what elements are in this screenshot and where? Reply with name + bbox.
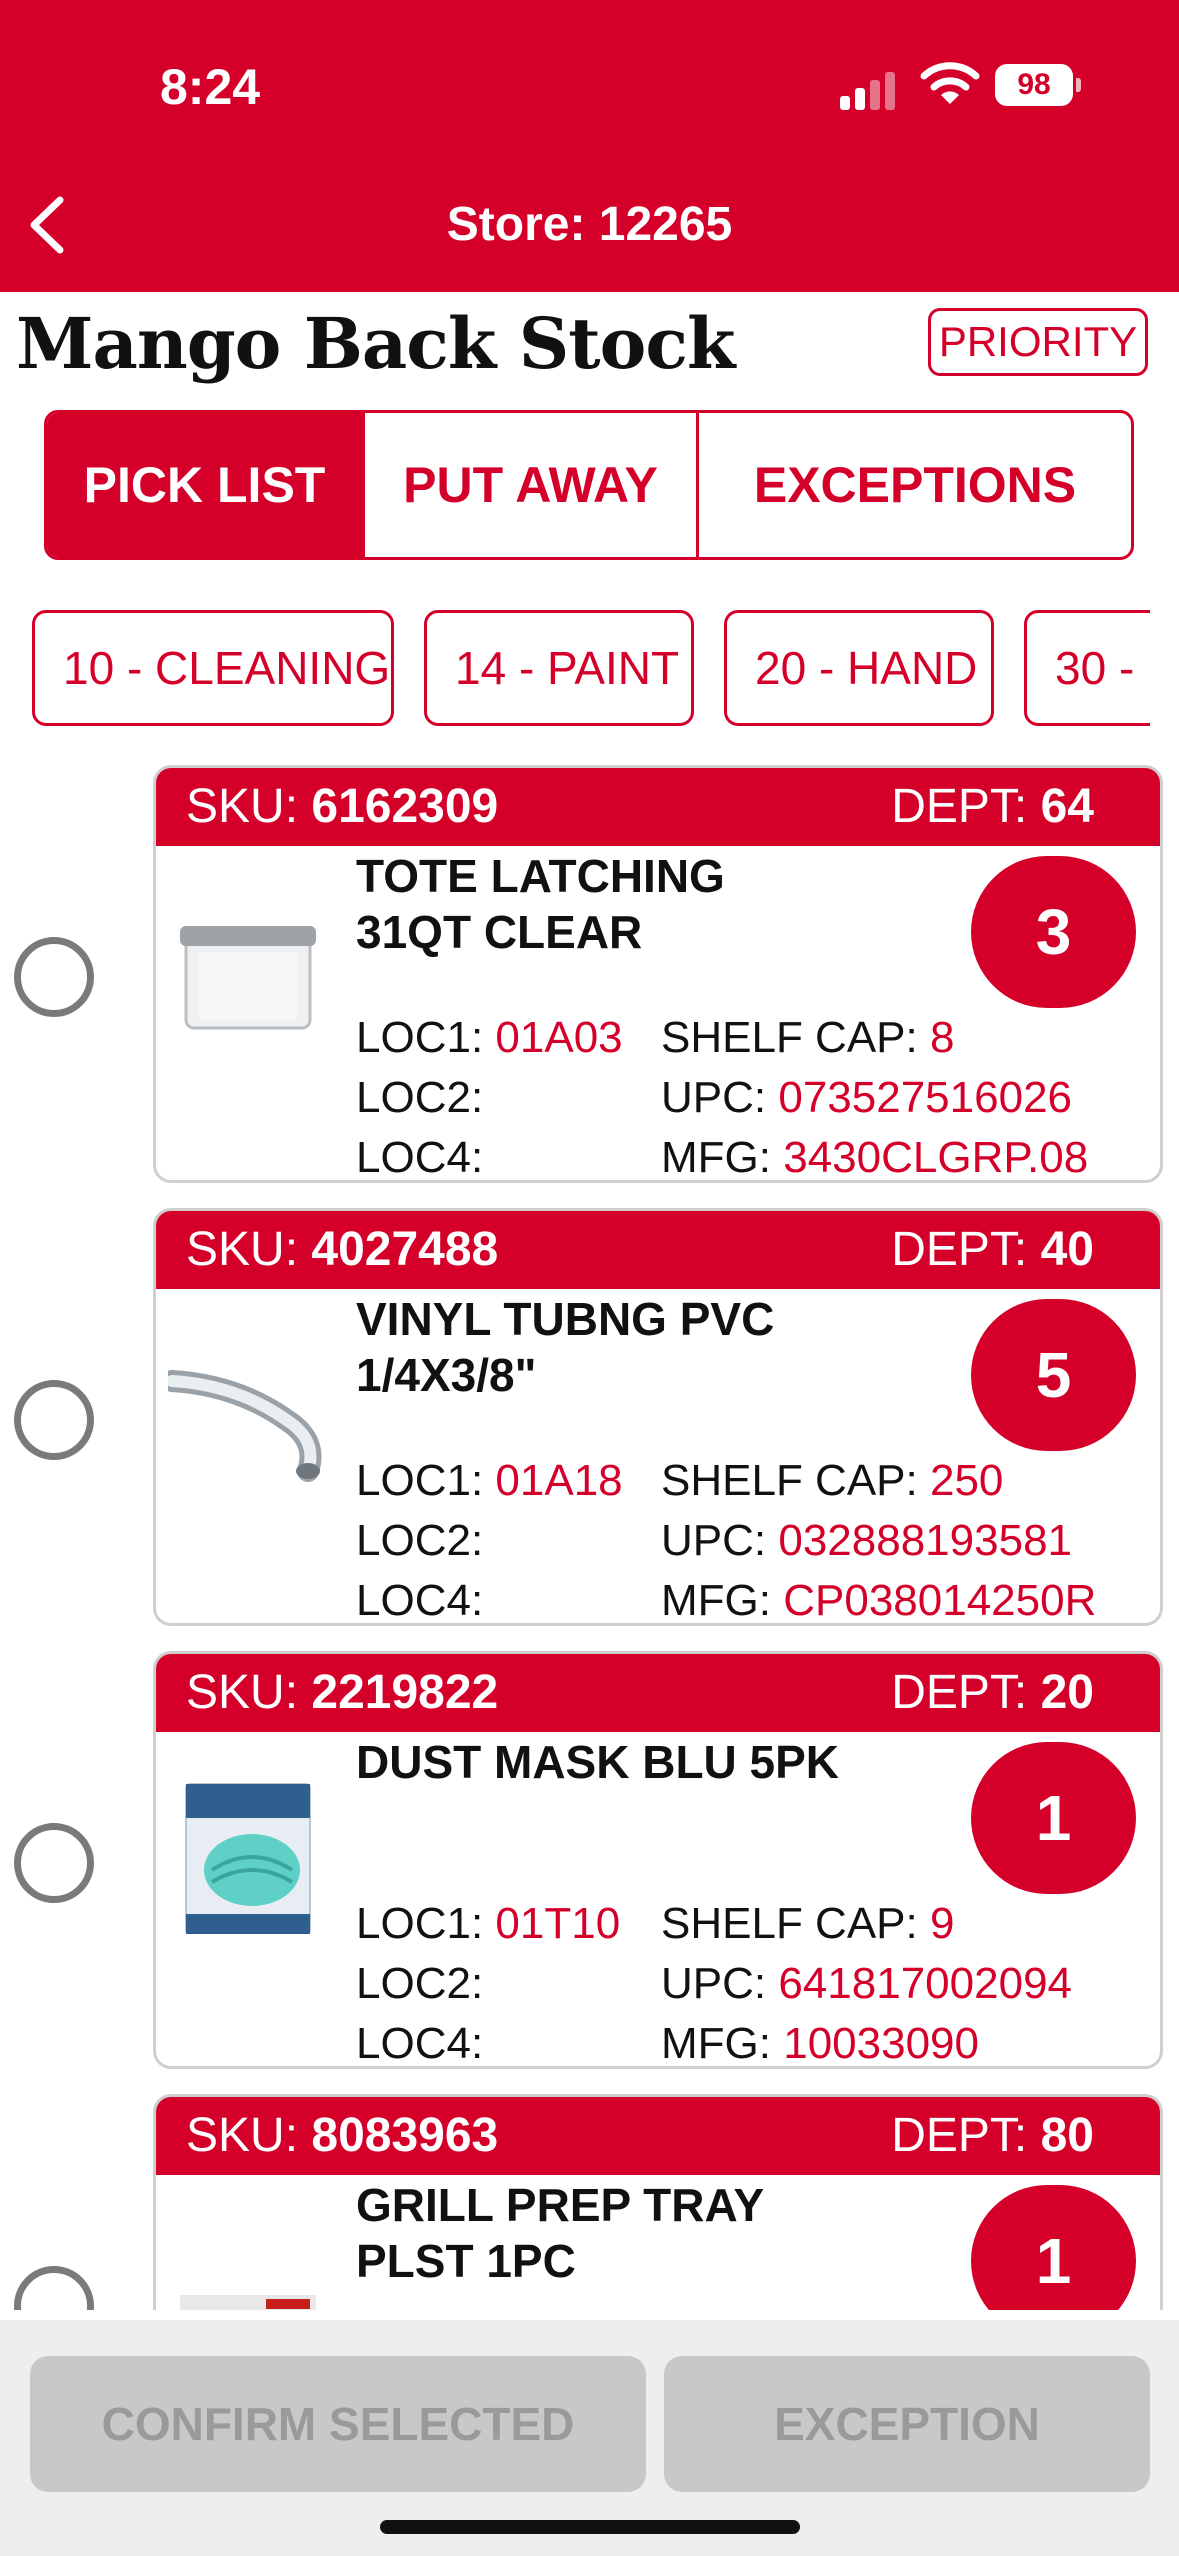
item-card[interactable]: SKU: 4027488 DEPT: 40 VINYL TUBNG PVC 1/4…	[153, 1208, 1163, 1626]
quantity-badge: 3	[971, 856, 1136, 1008]
item-card[interactable]: SKU: 8083963 DEPT: 80 GRILL PREP TRAY PLS…	[153, 2094, 1163, 2310]
item-description: VINYL TUBNG PVC 1/4X3/8"	[356, 1293, 775, 1401]
dept-label: DEPT: 40	[891, 1223, 1094, 1276]
select-radio[interactable]	[14, 2266, 94, 2310]
department-filter-chips: 10 - CLEANING 14 - PAINT 20 - HAND 30 - …	[0, 610, 1150, 730]
card-header: SKU: 4027488 DEPT: 40	[156, 1211, 1160, 1289]
loc4-field: LOC4:	[356, 2019, 484, 2068]
upc-field: UPC: 641817002094	[661, 1959, 1073, 2008]
chip-dept-20[interactable]: 20 - HAND	[724, 610, 994, 726]
tray-icon	[180, 2295, 316, 2310]
battery-icon: 98	[995, 64, 1073, 106]
tote-icon	[180, 926, 316, 1030]
list-item: SKU: 6162309 DEPT: 64 TOTE LATCHING 31QT …	[0, 765, 1179, 1183]
chip-dept-14[interactable]: 14 - PAINT	[424, 610, 694, 726]
dept-label: DEPT: 20	[891, 1666, 1094, 1719]
select-radio[interactable]	[14, 1823, 94, 1903]
item-description: DUST MASK BLU 5PK	[356, 1736, 840, 1788]
tubing-icon	[168, 1370, 322, 1482]
list-item: SKU: 8083963 DEPT: 80 GRILL PREP TRAY PLS…	[0, 2094, 1179, 2310]
tab-exceptions[interactable]: EXCEPTIONS	[699, 413, 1131, 557]
dept-label: DEPT: 64	[891, 780, 1094, 833]
priority-button[interactable]: PRIORITY	[928, 308, 1148, 376]
status-icons: 98	[840, 60, 1081, 110]
item-description: TOTE LATCHING 31QT CLEAR	[356, 850, 725, 958]
dept-label: DEPT: 80	[891, 2109, 1094, 2162]
home-indicator	[380, 2520, 800, 2534]
mfg-field: MFG: CP038014250R	[661, 1576, 1097, 1625]
shelf-cap-field: SHELF CAP: 8	[661, 1013, 955, 1062]
loc4-field: LOC4:	[356, 1576, 484, 1625]
sku-label: SKU: 4027488	[186, 1223, 499, 1276]
shelf-cap-field: SHELF CAP: 9	[661, 1899, 955, 1948]
card-header: SKU: 2219822 DEPT: 20	[156, 1654, 1160, 1732]
loc4-field: LOC4:	[356, 1133, 484, 1182]
quantity-badge: 5	[971, 1299, 1136, 1451]
upc-field: UPC: 073527516026	[661, 1073, 1073, 1122]
shelf-cap-field: SHELF CAP: 250	[661, 1456, 1004, 1505]
card-header: SKU: 6162309 DEPT: 64	[156, 768, 1160, 846]
select-radio[interactable]	[14, 937, 94, 1017]
loc1-field: LOC1: 01A18	[356, 1456, 623, 1505]
header-title: Store: 12265	[446, 198, 733, 251]
item-card[interactable]: SKU: 6162309 DEPT: 64 TOTE LATCHING 31QT …	[153, 765, 1163, 1183]
chip-dept-10[interactable]: 10 - CLEANING	[32, 610, 394, 726]
mfg-field: MFG: 3430CLGRP.08	[661, 1133, 1089, 1182]
battery-nub	[1076, 78, 1081, 92]
list-item: SKU: 4027488 DEPT: 40 VINYL TUBNG PVC 1/4…	[0, 1208, 1179, 1626]
tab-pick-list[interactable]: PICK LIST	[47, 413, 365, 557]
item-description: GRILL PREP TRAY PLST 1PC	[356, 2179, 765, 2287]
sku-label: SKU: 2219822	[186, 1666, 499, 1719]
bottom-action-bar: CONFIRM SELECTED EXCEPTION	[0, 2320, 1179, 2556]
item-card[interactable]: SKU: 2219822 DEPT: 20 DUST MASK BLU 5PK …	[153, 1651, 1163, 2069]
loc1-field: LOC1: 01A03	[356, 1013, 623, 1062]
quantity-badge: 1	[971, 2185, 1136, 2310]
loc2-field: LOC2:	[356, 1959, 484, 2008]
status-time: 8:24	[160, 59, 261, 115]
tab-put-away[interactable]: PUT AWAY	[365, 413, 699, 557]
list-item: SKU: 2219822 DEPT: 20 DUST MASK BLU 5PK …	[0, 1651, 1179, 2069]
loc1-field: LOC1: 01T10	[356, 1899, 621, 1948]
wifi-icon	[920, 62, 980, 104]
quantity-badge: 1	[971, 1742, 1136, 1894]
loc2-field: LOC2:	[356, 1073, 484, 1122]
sku-label: SKU: 6162309	[186, 780, 499, 833]
chip-dept-30[interactable]: 30 - PLUMBING	[1024, 610, 1150, 726]
tab-bar: PICK LIST PUT AWAY EXCEPTIONS	[44, 410, 1134, 560]
exception-button[interactable]: EXCEPTION	[664, 2356, 1150, 2492]
select-radio[interactable]	[14, 1380, 94, 1460]
sku-label: SKU: 8083963	[186, 2109, 499, 2162]
mfg-field: MFG: 10033090	[661, 2019, 979, 2068]
card-header: SKU: 8083963 DEPT: 80	[156, 2097, 1160, 2175]
mask-icon	[185, 1783, 311, 1934]
cellular-signal-icon	[840, 70, 900, 110]
pick-list: SKU: 6162309 DEPT: 64 TOTE LATCHING 31QT …	[0, 765, 1179, 2310]
upc-field: UPC: 032888193581	[661, 1516, 1073, 1565]
page-title: Mango Back Stock	[16, 302, 735, 385]
confirm-selected-button[interactable]: CONFIRM SELECTED	[30, 2356, 646, 2492]
loc2-field: LOC2:	[356, 1516, 484, 1565]
top-bar: 8:24 98 Store: 12265	[0, 0, 1179, 292]
